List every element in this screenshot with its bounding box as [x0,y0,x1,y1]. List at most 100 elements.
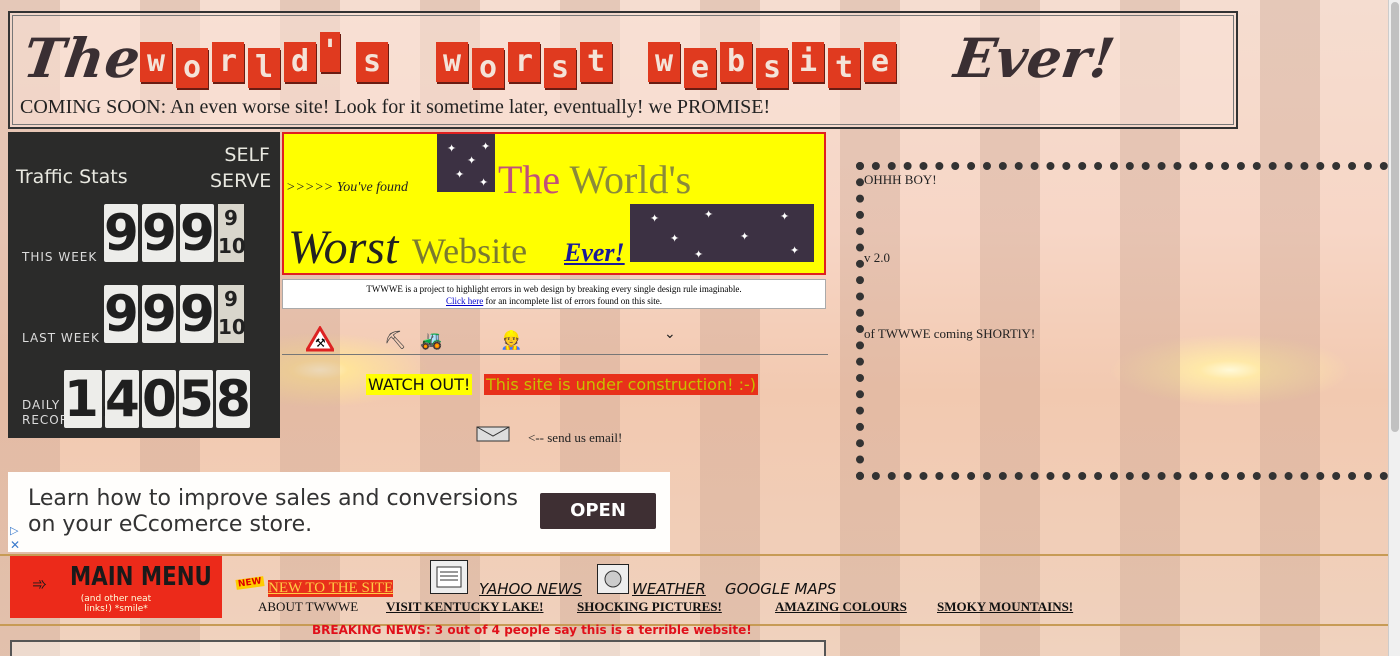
digit: 9 [180,285,215,343]
fraction: 9 10 [218,285,246,343]
traffic-stats-title: Traffic Stats [16,166,128,188]
content-frame [10,640,826,656]
digit: 8 [216,370,251,428]
click-here-link[interactable]: Click here [446,296,483,306]
email-envelope-icon[interactable] [476,426,510,447]
digit: 9 [104,285,139,343]
logo-letter-tile: s [544,48,576,88]
yahoo-news-link[interactable]: YAHOO NEWS [479,580,582,598]
logo-letter-tile: o [176,48,208,88]
daily-record-label: DAILY RECORD [22,398,80,427]
ad-text: Learn how to improve sales and conversio… [28,486,518,537]
under-construction-label: This site is under construction! :-) [484,374,758,395]
vertical-scrollbar[interactable] [1388,0,1400,656]
logo-letter-tile: s [756,48,788,88]
new-to-site-link[interactable]: NEW TO THE SITE [268,580,394,597]
logo-letter-tile: w [648,42,680,82]
frac-den: 10 [218,234,246,258]
advertisement[interactable]: Learn how to improve sales and conversio… [8,472,670,552]
logo-letter-tile: e [864,42,896,82]
logo-letter-tile: r [212,42,244,82]
weather-icon [597,564,629,594]
worker-icon: 👷 [500,330,523,350]
watch-out-label: WATCH OUT! [366,374,473,395]
arrow-right-icon: ➾ [32,574,48,595]
logo-letter-tile: w [140,42,172,82]
weather-link[interactable]: WEATHER [632,580,706,598]
construction-sign-icon: ⚒ [304,325,336,357]
bulldozer-icon: 🚜 [420,330,443,350]
digit: 9 [104,204,139,262]
logo-ever: Ever! [950,26,1119,90]
kentucky-lake-link[interactable]: VISIT KENTUCKY LAKE! [386,599,543,615]
logo-letter-tile: r [508,42,540,82]
banner-worlds-text: World's [569,157,692,202]
last-week-label: LAST WEEK [22,331,100,345]
newspaper-icon [430,560,468,594]
banner-website: Website [412,231,528,271]
digit: 9 [180,204,215,262]
banner-ever: Ever! [564,238,625,267]
banner-worlds: The World's [498,156,691,203]
scrollbar-thumb[interactable] [1391,2,1399,432]
main-menu-label: MAIN MENU [70,562,212,592]
version-text: v 2.0 [864,250,890,265]
stars-image: ✦ ✦ ✦ ✦ ✦ [437,134,495,192]
logo-letter-tile: l [248,48,280,88]
about-link[interactable]: ABOUT TWWWE [258,599,358,615]
breaking-news-text: BREAKING NEWS: 3 out of 4 people say thi… [312,623,752,637]
ad-close-icon[interactable]: ✕ [10,538,20,552]
chevron-down-icon: ⌄ [664,326,676,342]
digit: 5 [179,370,214,428]
frac-den: 10 [218,315,246,339]
last-week-digits: 9 9 9 9 10 [104,285,246,343]
digit: 9 [142,285,177,343]
coming-soon-text: COMING SOON: An even worse site! Look fo… [20,96,771,118]
digit: 0 [142,370,177,428]
smoky-mountains-link[interactable]: SMOKY MOUNTAINS! [937,599,1073,615]
banner-the: The [498,157,561,202]
coming-shortly-text: of TWWWE coming SHORTlY! [864,326,1036,341]
logo-letter-tile: b [720,42,752,82]
traffic-stats-counter: Traffic Stats SELF SERVE THIS WEEK 9 9 9… [8,132,280,438]
worlds-worst-banner: >>>>> You've found ✦ ✦ ✦ ✦ ✦ The World's Wor… [282,132,826,275]
ad-open-button[interactable]: OPEN [540,493,656,529]
description-line-1: TWWWE is a project to highlight errors i… [366,284,742,294]
logo-letter-tile: e [684,48,716,88]
this-week-label: THIS WEEK [22,250,98,264]
this-week-digits: 9 9 9 9 10 [104,204,246,262]
workers-icon: ⛏ [384,330,407,350]
stars-image-2: ✦ ✦ ✦ ✦ ✦ ✦ ✦ [630,204,814,262]
dotted-frame [856,162,1400,480]
frac-num: 9 [224,206,238,230]
project-description: TWWWE is a project to highlight errors i… [282,279,826,309]
send-email-text: <-- send us email! [528,430,623,445]
logo-the: The [19,26,146,90]
banner-worst: Worst [288,221,399,274]
shocking-pictures-link[interactable]: SHOCKING PICTURES! [577,599,722,615]
digit: 1. [64,370,118,428]
logo-letter-tile: s [356,42,388,82]
ad-choices-icon[interactable]: ▷ [10,524,18,537]
frac-num: 9 [224,287,238,311]
oh-boy-text: OHHH BOY! [864,172,937,187]
logo-letter-tile: o [472,48,504,88]
digit: 9 [142,204,177,262]
logo-letter-tile: d [284,42,316,82]
logo-letter-tile: t [580,42,612,82]
description-line-2-rest: for an incomplete list of errors found o… [483,296,662,306]
self-serve-label: SELF SERVE [210,144,272,192]
logo-letter-tile: t [828,48,860,88]
daily-record-digits: 1. 4 0 5 8 [64,370,251,428]
amazing-colours-link[interactable]: AMAZING COLOURS [775,599,907,615]
digit: 4 [105,370,140,428]
fraction: 9 10 [218,204,246,262]
divider [282,354,828,355]
main-menu-button[interactable]: ➾ MAIN MENU (and other neat links!) *smi… [10,556,222,618]
google-maps-link[interactable]: GOOGLE MAPS [725,580,836,598]
svg-text:⚒: ⚒ [315,336,326,350]
logo-letter-tile: w [436,42,468,82]
description-line-2: Click here for an incomplete list of err… [283,295,825,307]
main-menu-sub: (and other neat links!) *smile* [80,594,152,614]
banner-prefix: >>>>> You've found [286,180,409,195]
